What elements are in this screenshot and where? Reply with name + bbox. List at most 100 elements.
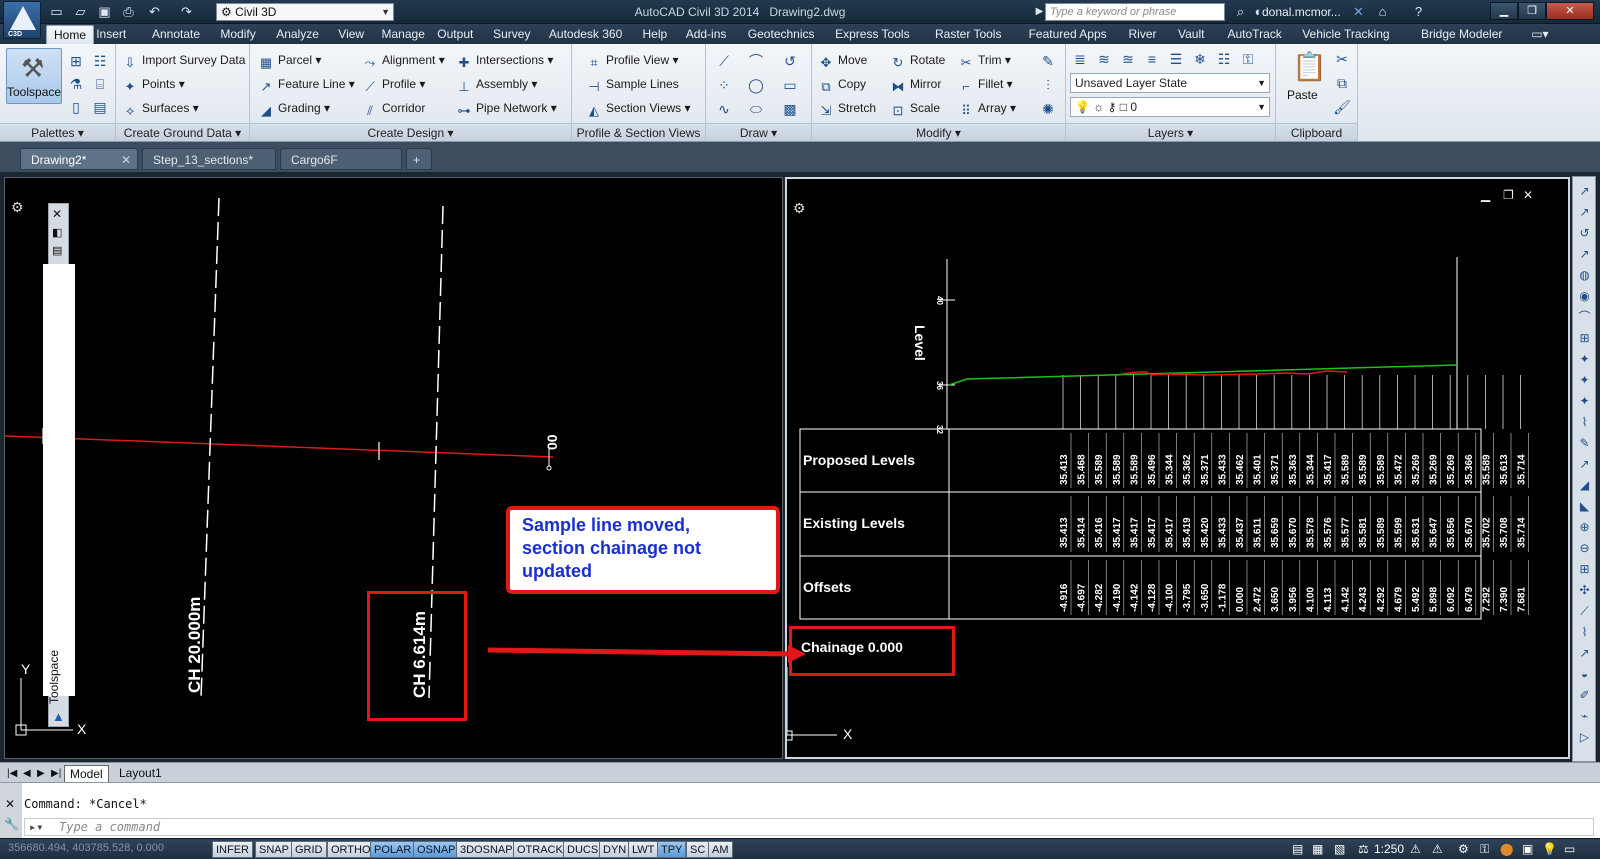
doc-tab-step13[interactable]: Step_13_sections* — [142, 148, 276, 170]
new-tab-button[interactable]: + — [406, 148, 432, 170]
status-toggle-polar[interactable]: POLAR — [370, 841, 416, 858]
draw-tool-9-icon[interactable]: ✦ — [1576, 351, 1593, 368]
points-button[interactable]: ✦ Points ▾ — [122, 74, 185, 94]
ribbon-tab-analyze[interactable]: Analyze — [269, 25, 326, 44]
tab-layout1[interactable]: Layout1 — [114, 765, 167, 782]
assembly-button[interactable]: ⊥ Assembly ▾ — [456, 74, 537, 94]
new-file-icon[interactable]: ▭ — [48, 3, 65, 20]
layer-previous-icon[interactable]: ≊ — [1118, 48, 1138, 68]
array-button[interactable]: ⠿ Array ▾ — [958, 98, 1016, 118]
ribbon-tab-autotrack[interactable]: AutoTrack — [1221, 25, 1289, 44]
draw-tool-19-icon[interactable]: ⊞ — [1576, 561, 1593, 578]
current-layer-dropdown[interactable]: 💡 ☼ ⚷ □ 0 ▼ — [1070, 97, 1270, 117]
status-toggle-dyn[interactable]: DYN — [599, 841, 631, 858]
status-toggle-tpy[interactable]: TPY — [657, 841, 687, 858]
help-icon[interactable]: ? — [1410, 3, 1427, 20]
toolspace-palette[interactable]: ✕ ◧ ▤ Toolspace ▲ — [43, 203, 75, 727]
draw-tool-3-icon[interactable]: ↺ — [1576, 225, 1593, 242]
panorama-icon[interactable]: ▤ — [90, 96, 110, 116]
ribbon-tab-geotechnics[interactable]: Geotechnics — [741, 25, 822, 44]
clipboard-panel-title[interactable]: Clipboard — [1276, 123, 1357, 141]
model-space-icon[interactable]: ▤ — [1292, 842, 1303, 856]
ellipse-icon[interactable]: ⬭ — [746, 98, 766, 118]
feature-line-button[interactable]: ↗ Feature Line ▾ — [258, 74, 355, 94]
rectangle-icon[interactable]: ▭ — [780, 74, 800, 94]
open-folder-icon[interactable]: ▱ — [72, 3, 89, 20]
minimize-button[interactable]: ▁ — [1490, 2, 1518, 20]
annotation-visibility-icon[interactable]: ⚠ — [1410, 842, 1421, 856]
polyline-icon[interactable]: ⌒ — [746, 50, 766, 70]
viewport-controls-icon[interactable]: ⚙ — [793, 200, 806, 216]
close-icon[interactable]: ✕ — [121, 149, 131, 171]
auto-scale-icon[interactable]: ⚠ — [1432, 842, 1443, 856]
draw-tool-23-icon[interactable]: ↗ — [1576, 645, 1593, 662]
application-menu-button[interactable]: C3D — [3, 1, 41, 39]
pipe-network-button[interactable]: ⊶ Pipe Network ▾ — [456, 98, 557, 118]
layer-unisolate-icon[interactable]: ☰ — [1166, 48, 1186, 68]
binoculars-icon[interactable]: ⌕ — [1232, 3, 1249, 20]
status-toggle-infer[interactable]: INFER — [212, 841, 253, 858]
search-input[interactable]: Type a keyword or phrase — [1045, 3, 1225, 21]
cut-icon[interactable]: ✂ — [1332, 48, 1352, 68]
status-toggle-ortho[interactable]: ORTHO — [327, 841, 375, 858]
corridor-button[interactable]: ⫽ Corridor — [362, 98, 425, 118]
draw-tool-24-icon[interactable]: ◒ — [1576, 666, 1593, 683]
stretch-button[interactable]: ⇲ Stretch — [818, 98, 876, 118]
layer-lock-icon[interactable]: ⚿ — [1238, 48, 1258, 68]
properties-icon[interactable]: ☷ — [90, 50, 110, 70]
copy-button[interactable]: ⧉ Copy — [818, 74, 866, 94]
modify-panel-title[interactable]: Modify ▾ — [812, 123, 1065, 141]
ribbon-tab-modify[interactable]: Modify — [213, 25, 262, 44]
layer-off-icon[interactable]: ☷ — [1214, 48, 1234, 68]
command-input[interactable]: ▸▾ Type a command — [24, 818, 1594, 836]
status-toggle-am[interactable]: AM — [708, 841, 733, 858]
status-toggle-snap[interactable]: SNAP — [255, 841, 293, 858]
close-button[interactable]: ✕ — [1546, 2, 1594, 20]
toolspace-button[interactable]: ⚒ Toolspace — [6, 48, 62, 104]
parcel-button[interactable]: ▦ Parcel ▾ — [258, 50, 322, 70]
draw-tool-5-icon[interactable]: ◍ — [1576, 267, 1593, 284]
layer-freeze-icon[interactable]: ❄ — [1190, 48, 1210, 68]
quick-view-drawings-icon[interactable]: ▧ — [1334, 842, 1345, 856]
design-center-icon[interactable]: ▯ — [66, 96, 86, 116]
draw-tool-20-icon[interactable]: ✣ — [1576, 582, 1593, 599]
ribbon-tab-vault[interactable]: Vault — [1171, 25, 1211, 44]
workspace-selector[interactable]: ⚙ Civil 3D ▼ — [216, 3, 394, 21]
draw-tool-22-icon[interactable]: ⌇ — [1576, 624, 1593, 641]
a360-icon[interactable]: ⌂ — [1374, 3, 1391, 20]
draw-tool-7-icon[interactable]: ⌒ — [1576, 309, 1593, 326]
draw-tool-14-icon[interactable]: ↗ — [1576, 456, 1593, 473]
alignment-button[interactable]: ⤳ Alignment ▾ — [362, 50, 445, 70]
circle-icon[interactable]: ◯ — [746, 74, 766, 94]
draw-tool-25-icon[interactable]: ✐ — [1576, 687, 1593, 704]
cursor-coordinates[interactable]: 356680.494, 403785.528, 0.000 — [8, 842, 164, 854]
ribbon-display-toggle-icon[interactable]: ▭▾ — [1524, 25, 1555, 44]
draw-tool-27-icon[interactable]: ▷ — [1576, 729, 1593, 746]
rotate-button[interactable]: ↻ Rotate — [890, 50, 946, 70]
sample-lines-button[interactable]: ⊣ Sample Lines — [586, 74, 678, 94]
viewport-controls-icon[interactable]: ⚙ — [11, 199, 24, 215]
draw-tool-15-icon[interactable]: ◢ — [1576, 477, 1593, 494]
draw-tool-21-icon[interactable]: ⟋ — [1576, 603, 1593, 620]
ribbon-tab-bridge-modeler[interactable]: Bridge Modeler — [1414, 25, 1509, 44]
layer-match-icon[interactable]: ≋ — [1094, 48, 1114, 68]
prospector-icon[interactable]: ⊞ — [66, 50, 86, 70]
status-toggle-sc[interactable]: SC — [686, 841, 710, 858]
status-toggle-ducs[interactable]: DUCS — [563, 841, 603, 858]
draw-tool-13-icon[interactable]: ✎ — [1576, 435, 1593, 452]
explode-icon[interactable]: ✺ — [1038, 98, 1058, 118]
mirror-button[interactable]: ⧓ Mirror — [890, 74, 942, 94]
arc-icon[interactable]: ↺ — [780, 50, 800, 70]
tab-model[interactable]: Model — [64, 765, 109, 782]
ribbon-tab-annotate[interactable]: Annotate — [145, 25, 207, 44]
viewport-minimize-icon[interactable]: ▁ — [1480, 188, 1491, 202]
hatch-icon[interactable]: ▩ — [780, 98, 800, 118]
profile-button[interactable]: ⟋ Profile ▾ — [362, 74, 425, 94]
layer-properties-icon[interactable]: ≣ — [1070, 48, 1090, 68]
spline-icon[interactable]: ∿ — [714, 98, 734, 118]
exchange-apps-icon[interactable]: ✕ — [1350, 3, 1367, 20]
point-icon[interactable]: ⁘ — [714, 74, 734, 94]
palettes-panel-title[interactable]: Palettes ▾ — [0, 123, 115, 141]
draw-tool-6-icon[interactable]: ◉ — [1576, 288, 1593, 305]
status-toggle-lwt[interactable]: LWT — [628, 841, 659, 858]
